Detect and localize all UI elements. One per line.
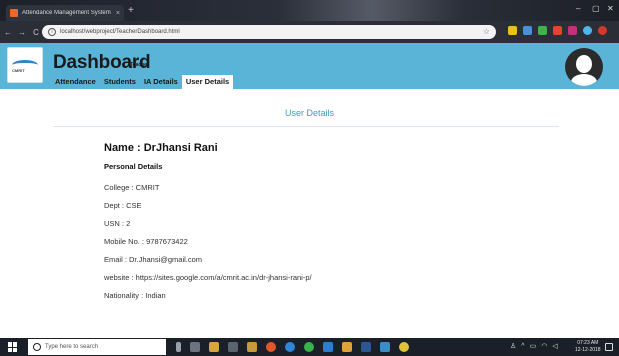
menu-icon[interactable] <box>598 26 607 35</box>
notification-icon[interactable] <box>605 343 613 351</box>
field-mobile: Mobile No. : 9787673422 <box>104 237 188 246</box>
browser-tab-bar: Attendance Management System × + – ▢ ✕ <box>0 0 619 21</box>
extension-icon[interactable] <box>568 26 577 35</box>
extension-icon[interactable] <box>508 26 517 35</box>
avatar-head <box>576 55 592 73</box>
edge-icon[interactable] <box>285 342 295 352</box>
field-website: website : https://sites.google.com/a/cmr… <box>104 273 312 282</box>
firefox-icon[interactable] <box>266 342 276 352</box>
menu-item-user-details[interactable]: User Details <box>181 75 234 89</box>
app-header: CMRIT Dashboard Teacher Attendance Stude… <box>0 43 619 89</box>
new-tab-button[interactable]: + <box>128 5 134 17</box>
people-icon[interactable]: ♙ <box>510 342 516 350</box>
forward-button[interactable]: → <box>16 28 28 37</box>
store-icon[interactable] <box>247 342 257 352</box>
tab-close-icon[interactable]: × <box>116 10 120 17</box>
taskbar-apps <box>176 342 409 352</box>
menu-item-ia-details[interactable]: IA Details <box>140 75 182 89</box>
user-avatar-icon[interactable] <box>565 48 603 86</box>
menu-item-students[interactable]: Students <box>100 75 140 89</box>
system-tray: ♙ ^ ▭ ◠ ◁ <box>510 342 558 351</box>
volume-icon[interactable]: ◁ <box>552 342 557 350</box>
clock-time: 07:23 AM <box>577 340 599 346</box>
task-view-icon[interactable] <box>190 342 200 352</box>
app-icon[interactable] <box>228 342 238 352</box>
whatsapp-icon[interactable] <box>304 342 314 352</box>
college-logo: CMRIT <box>7 47 43 83</box>
search-icon <box>33 343 41 351</box>
minimize-button[interactable]: – <box>576 4 580 13</box>
field-usn: USN : 2 <box>104 219 131 228</box>
field-nationality: Nationality : Indian <box>104 291 166 300</box>
profile-icon[interactable] <box>583 26 592 35</box>
role-subtitle: Teacher <box>130 62 149 68</box>
app-icon[interactable] <box>323 342 333 352</box>
url-text: localhost/webproject/TeacherDashboard.ht… <box>60 29 180 35</box>
battery-icon[interactable]: ▭ <box>530 342 537 350</box>
photos-icon[interactable] <box>380 342 390 352</box>
extension-icon[interactable] <box>553 26 562 35</box>
extension-icon[interactable] <box>523 26 532 35</box>
os-taskbar: Type here to search ♙ ^ ▭ ◠ ◁ 07:23 AM 1… <box>0 338 619 356</box>
main-menu: Attendance Students IA Details User Deta… <box>51 75 234 89</box>
info-icon[interactable]: i <box>48 28 56 36</box>
close-window-button[interactable]: ✕ <box>607 4 614 13</box>
back-button[interactable]: ← <box>2 28 14 37</box>
avatar-body <box>571 74 597 86</box>
windows-start-icon[interactable] <box>8 342 18 352</box>
maximize-button[interactable]: ▢ <box>592 4 600 13</box>
word-icon[interactable] <box>361 342 371 352</box>
field-email: Email : Dr.Jhansi@gmail.com <box>104 255 203 264</box>
extension-icons <box>508 26 607 35</box>
menu-item-attendance[interactable]: Attendance <box>51 75 100 89</box>
wifi-icon[interactable]: ◠ <box>541 342 547 350</box>
microphone-icon[interactable] <box>176 342 181 352</box>
extension-icon[interactable] <box>538 26 547 35</box>
browser-tab[interactable]: Attendance Management System × <box>6 5 124 21</box>
favicon-icon <box>10 9 18 17</box>
taskbar-clock[interactable]: 07:23 AM 12-12-2018 <box>575 340 601 354</box>
search-placeholder: Type here to search <box>45 344 99 350</box>
taskbar-search-input[interactable]: Type here to search <box>28 339 166 355</box>
field-college: College : CMRIT <box>104 183 160 192</box>
tab-title: Attendance Management System <box>22 10 111 16</box>
chrome-icon[interactable] <box>399 342 409 352</box>
clock-date: 12-12-2018 <box>575 347 601 353</box>
divider <box>53 126 559 127</box>
file-explorer-icon[interactable] <box>209 342 219 352</box>
url-input[interactable]: i localhost/webproject/TeacherDashboard.… <box>42 25 496 39</box>
folder-icon[interactable] <box>342 342 352 352</box>
reload-button[interactable]: C <box>30 28 42 37</box>
personal-details-title: Personal Details <box>104 162 163 171</box>
logo-text: CMRIT <box>12 68 25 73</box>
chevron-up-icon[interactable]: ^ <box>521 343 524 350</box>
section-heading: User Details <box>284 108 334 118</box>
profile-name: Name : DrJhansi Rani <box>104 142 218 154</box>
field-dept: Dept : CSE <box>104 201 142 210</box>
screen: Attendance Management System × + – ▢ ✕ ←… <box>0 0 619 356</box>
bookmark-star-icon[interactable]: ☆ <box>483 27 490 36</box>
